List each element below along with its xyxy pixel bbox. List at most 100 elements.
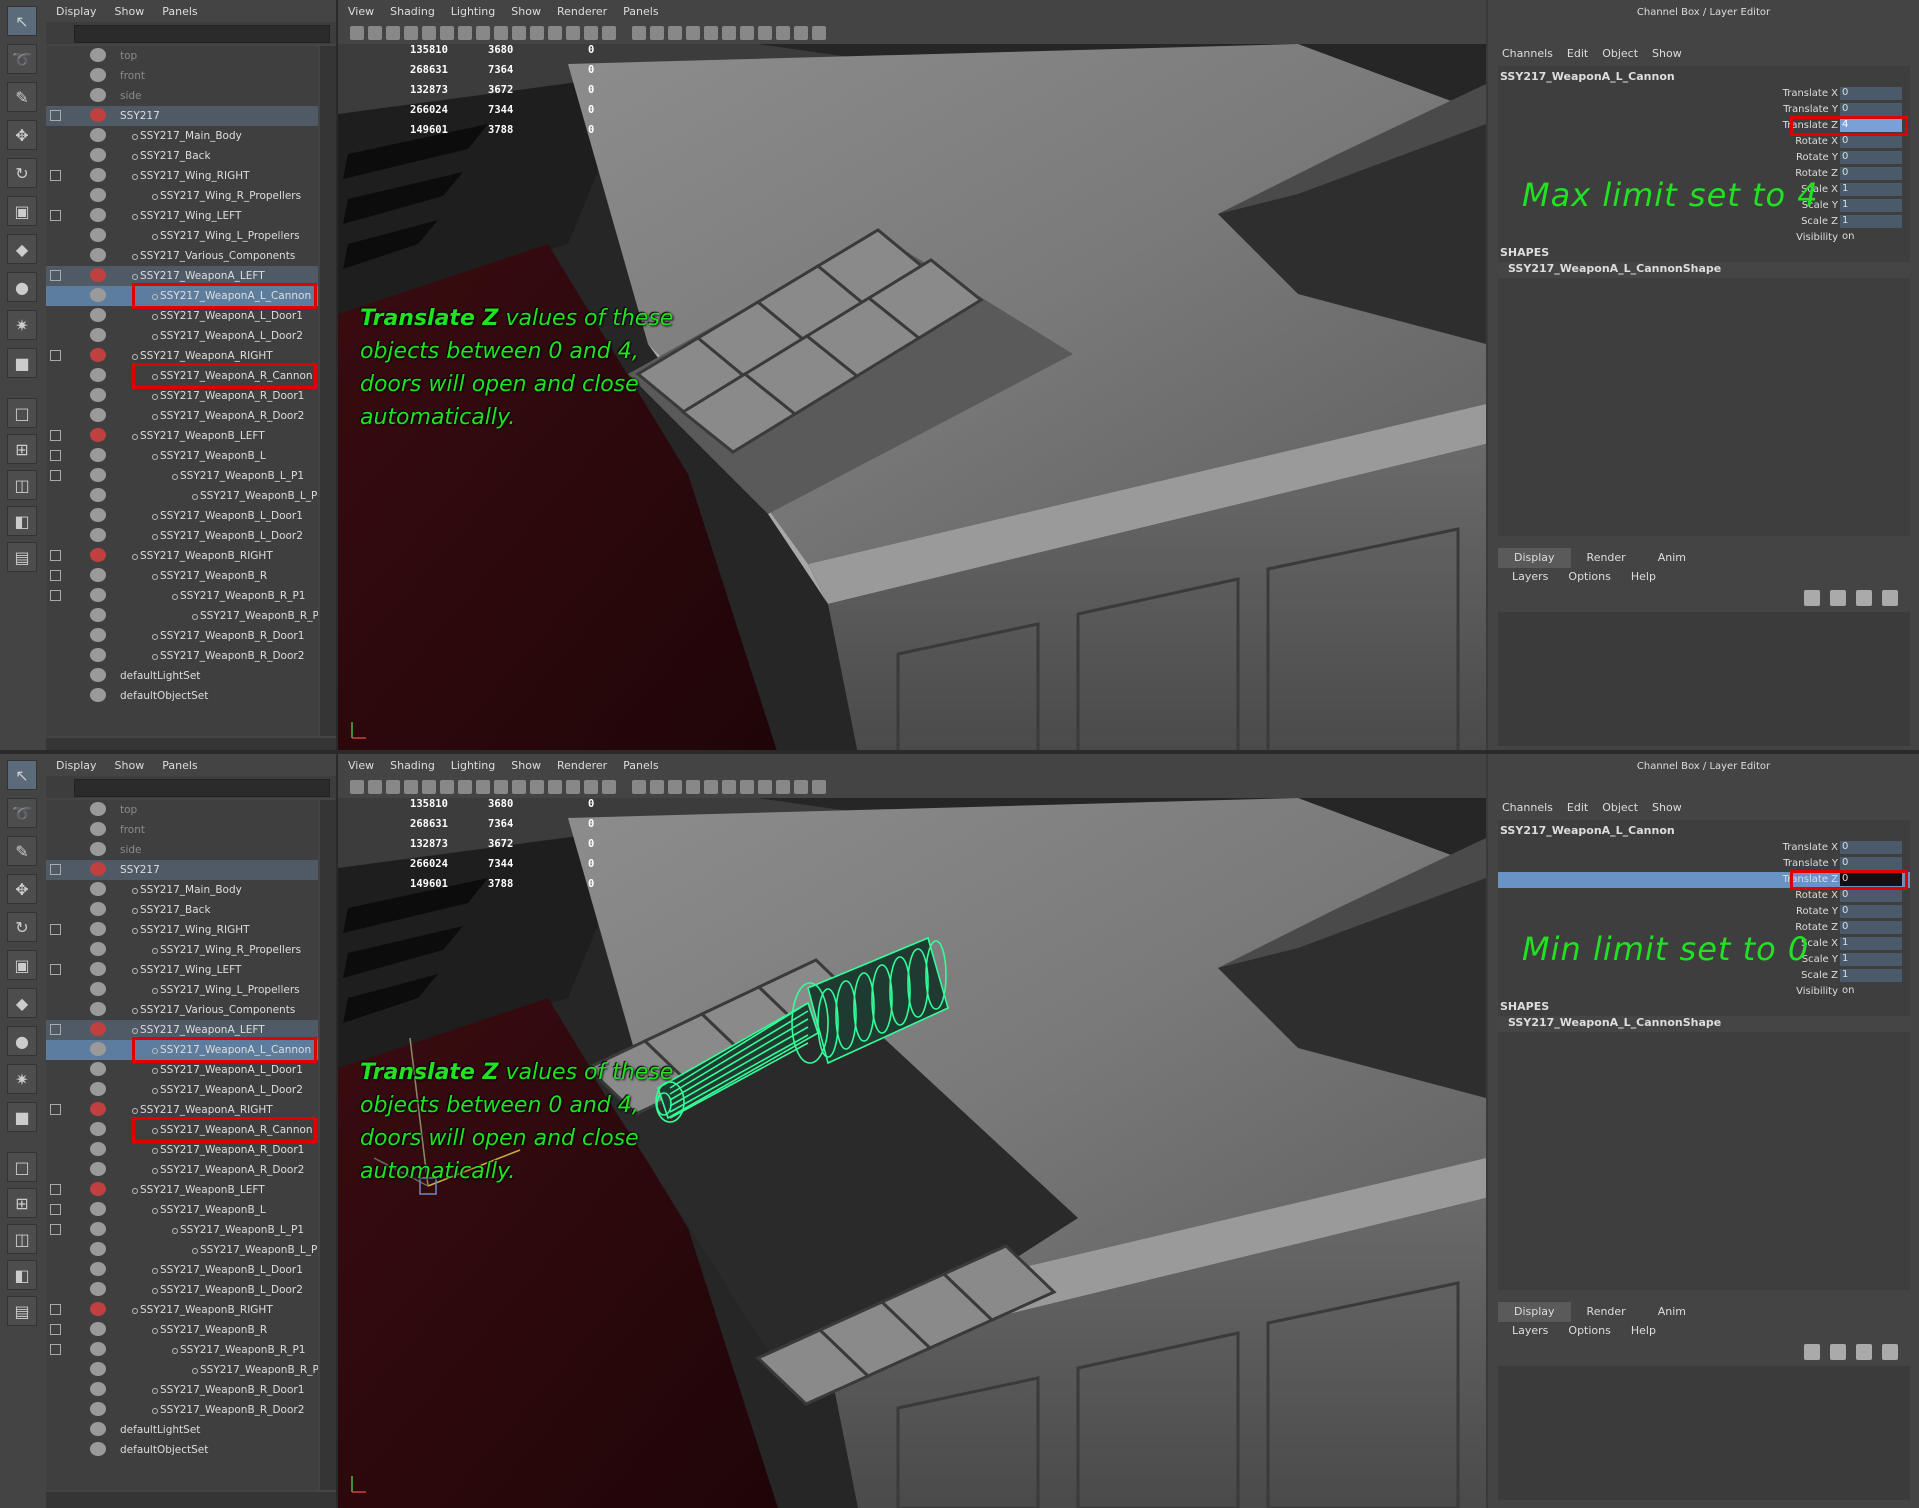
viewport-tool-icon[interactable] (494, 780, 508, 794)
viewport-menu-renderer[interactable]: Renderer (557, 759, 607, 772)
viewport-tool-icon[interactable] (758, 780, 772, 794)
expand-icon[interactable] (50, 550, 61, 561)
outliner-row[interactable]: top (46, 46, 318, 66)
expand-icon[interactable] (50, 570, 61, 581)
channel-row[interactable]: Rotate X0 (1498, 888, 1910, 904)
layout-persp-outliner-icon[interactable]: ◫ (7, 470, 37, 500)
viewport-tool-icon[interactable] (368, 26, 382, 40)
viewport-tool-icon[interactable] (758, 26, 772, 40)
channel-value[interactable]: on (1840, 231, 1902, 244)
channel-menu-object[interactable]: Object (1602, 801, 1638, 814)
outliner-menu-display[interactable]: Display (56, 5, 97, 18)
viewport-tool-icon[interactable] (740, 780, 754, 794)
outliner-row[interactable]: SSY217_Wing_L_Propellers (46, 980, 318, 1000)
viewport-tool-icon[interactable] (602, 780, 616, 794)
expand-icon[interactable] (50, 964, 61, 975)
viewport-tool-icon[interactable] (512, 780, 526, 794)
outliner-row[interactable]: side (46, 840, 318, 860)
viewport-tool-icon[interactable] (686, 26, 700, 40)
outliner-row[interactable]: SSY217_Wing_LEFT (46, 960, 318, 980)
channel-menu-channels[interactable]: Channels (1502, 47, 1553, 60)
last-tool-icon[interactable]: ■ (7, 1102, 37, 1132)
outliner-filter-input[interactable] (74, 25, 330, 43)
viewport-menu-lighting[interactable]: Lighting (451, 759, 495, 772)
outliner-row[interactable]: SSY217_WeaponB_L_P1 (46, 466, 318, 486)
layer-menu-help[interactable]: Help (1631, 1324, 1656, 1337)
viewport-tool-icon[interactable] (722, 780, 736, 794)
outliner-row[interactable]: SSY217_WeaponB_R_Door2 (46, 1400, 318, 1420)
rotate-tool-icon[interactable]: ↻ (7, 158, 37, 188)
outliner-row[interactable]: SSY217_WeaponB_R_Door1 (46, 1380, 318, 1400)
outliner-row[interactable]: SSY217_WeaponB_L (46, 1200, 318, 1220)
layer-menu-options[interactable]: Options (1568, 1324, 1610, 1337)
outliner-row[interactable]: SSY217_WeaponB_L_Door1 (46, 506, 318, 526)
layout-hypershade-icon[interactable]: ▤ (7, 542, 37, 572)
viewport-tool-icon[interactable] (704, 780, 718, 794)
tab-render[interactable]: Render (1571, 1302, 1642, 1322)
outliner-row[interactable]: SSY217_Wing_R_Propellers (46, 186, 318, 206)
expand-icon[interactable] (50, 350, 61, 361)
outliner-row[interactable]: SSY217_WeaponB_R (46, 566, 318, 586)
expand-icon[interactable] (50, 1344, 61, 1355)
channel-row[interactable]: Scale Z1 (1498, 968, 1910, 984)
viewport-tool-icon[interactable] (368, 780, 382, 794)
viewport-menu-show[interactable]: Show (511, 5, 541, 18)
viewport-tool-icon[interactable] (794, 26, 808, 40)
outliner-row[interactable]: defaultObjectSet (46, 686, 318, 706)
viewport-menu-view[interactable]: View (348, 5, 374, 18)
viewport-tool-icon[interactable] (668, 780, 682, 794)
outliner-row[interactable]: SSY217_WeaponB_LEFT (46, 1180, 318, 1200)
outliner-row[interactable]: SSY217_Various_Components (46, 1000, 318, 1020)
outliner-row[interactable]: SSY217_Main_Body (46, 880, 318, 900)
outliner-menu-panels[interactable]: Panels (162, 759, 197, 772)
outliner-row[interactable]: SSY217_WeaponB_R_Door1 (46, 626, 318, 646)
layout-single-icon[interactable]: □ (7, 398, 37, 428)
outliner-row[interactable]: front (46, 820, 318, 840)
viewport-tool-icon[interactable] (350, 26, 364, 40)
outliner-row[interactable]: SSY217_Various_Components (46, 246, 318, 266)
channel-menu-show[interactable]: Show (1652, 47, 1682, 60)
channel-row[interactable]: Visibility on (1498, 230, 1910, 246)
tab-display[interactable]: Display (1498, 1302, 1571, 1322)
expand-icon[interactable] (50, 1304, 61, 1315)
channel-row[interactable]: Rotate Y0 (1498, 904, 1910, 920)
layer-menu-layers[interactable]: Layers (1512, 1324, 1548, 1337)
viewport-tool-icon[interactable] (476, 26, 490, 40)
paint-tool-icon[interactable]: ✎ (7, 82, 37, 112)
outliner-menu-panels[interactable]: Panels (162, 5, 197, 18)
viewport-menu-view[interactable]: View (348, 759, 374, 772)
viewport-tool-icon[interactable] (812, 780, 826, 794)
tab-anim[interactable]: Anim (1642, 548, 1702, 568)
viewport-tool-icon[interactable] (458, 26, 472, 40)
expand-icon[interactable] (50, 110, 61, 121)
expand-icon[interactable] (50, 450, 61, 461)
new-layer-selected-icon[interactable] (1830, 590, 1846, 606)
select-tool-icon[interactable]: ↖ (7, 6, 37, 36)
viewport-tool-icon[interactable] (704, 26, 718, 40)
move-tool-icon[interactable]: ✥ (7, 120, 37, 150)
move-layer-up-icon[interactable] (1856, 590, 1872, 606)
viewport-menu-lighting[interactable]: Lighting (451, 5, 495, 18)
viewport-panel[interactable]: View Shading Lighting Show Renderer Pane… (338, 754, 1486, 1508)
viewport-tool-icon[interactable] (632, 26, 646, 40)
viewport-tool-icon[interactable] (650, 780, 664, 794)
layout-four-icon[interactable]: ⊞ (7, 434, 37, 464)
expand-icon[interactable] (50, 864, 61, 875)
viewport-tool-icon[interactable] (512, 26, 526, 40)
viewport-tool-icon[interactable] (548, 26, 562, 40)
outliner-row[interactable]: SSY217_Back (46, 146, 318, 166)
channel-value[interactable]: 0 (1840, 857, 1902, 870)
channel-value[interactable]: 1 (1840, 199, 1902, 212)
outliner-row[interactable]: SSY217_Back (46, 900, 318, 920)
viewport-tool-icon[interactable] (584, 26, 598, 40)
expand-icon[interactable] (50, 1104, 61, 1115)
viewport-tool-icon[interactable] (476, 780, 490, 794)
manip-tool-icon[interactable]: ◆ (7, 988, 37, 1018)
scale-tool-icon[interactable]: ▣ (7, 196, 37, 226)
outliner-row[interactable]: SSY217_WeaponB_R (46, 1320, 318, 1340)
tab-anim[interactable]: Anim (1642, 1302, 1702, 1322)
expand-icon[interactable] (50, 590, 61, 601)
tab-display[interactable]: Display (1498, 548, 1571, 568)
shape-name[interactable]: SSY217_WeaponA_L_CannonShape (1498, 1016, 1910, 1032)
outliner-row[interactable]: SSY217_WeaponB_R_Door2 (46, 646, 318, 666)
